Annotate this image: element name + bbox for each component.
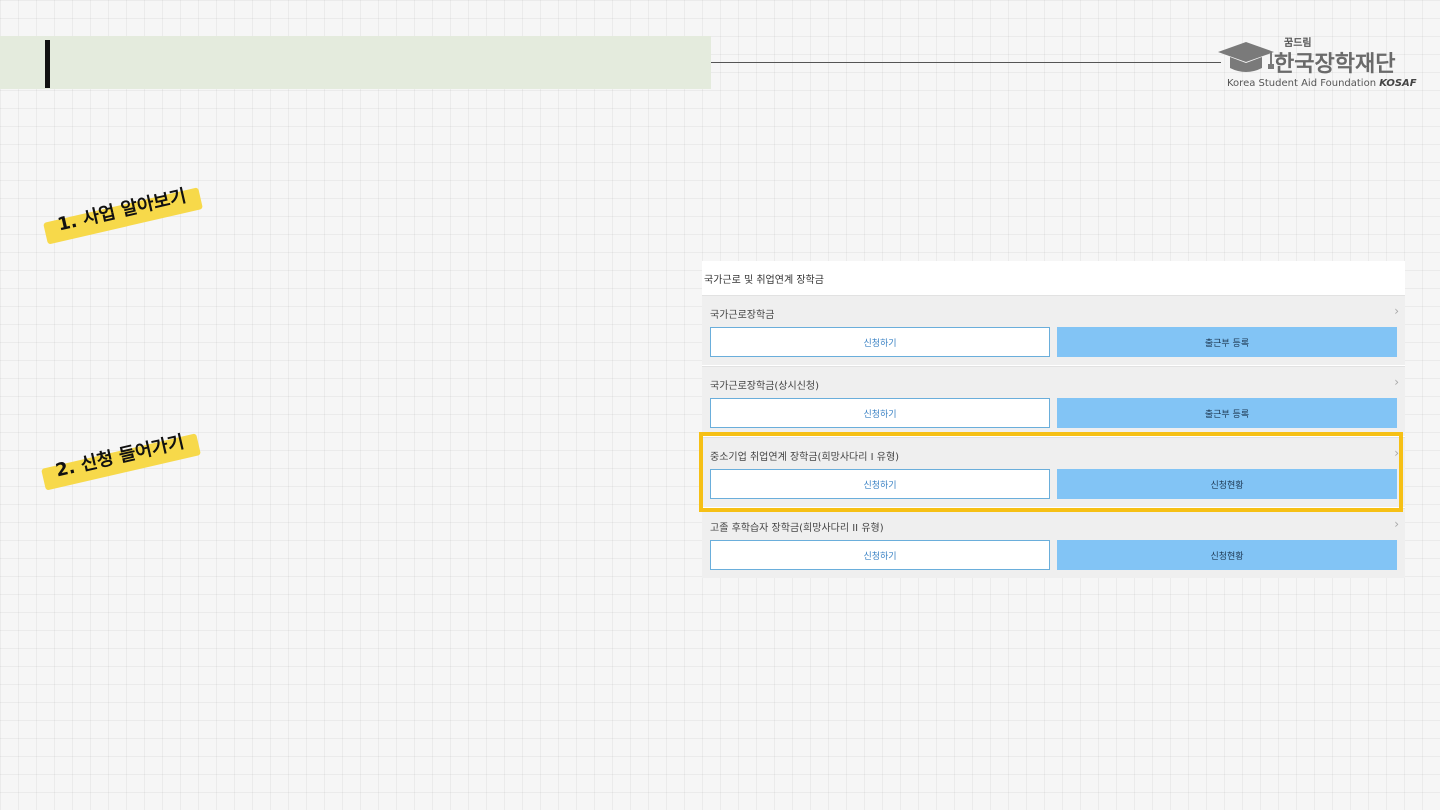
panel-title: 국가근로 및 취업연계 장학금: [704, 275, 824, 286]
logo-english-text: Korea Student Aid Foundation: [1227, 78, 1377, 89]
section-sme-employment[interactable]: 중소기업 취업연계 장학금(희망사다리 I 유형) › 신청하기 신청현황: [702, 437, 1405, 507]
header-band: [0, 36, 711, 89]
header-divider: [711, 62, 1221, 63]
application-status-button[interactable]: 신청현황: [1057, 469, 1397, 499]
header-accent-bar: [45, 40, 50, 88]
chevron-right-icon[interactable]: ›: [1394, 375, 1399, 389]
section-label: 국가근로장학금(상시신청): [710, 381, 820, 392]
section-label: 국가근로장학금: [710, 310, 775, 321]
logo-name: 한국장학재단: [1274, 52, 1396, 77]
step-1-label: 1. 사업 알아보기: [41, 177, 203, 242]
apply-button[interactable]: 신청하기: [710, 469, 1050, 499]
chevron-right-icon[interactable]: ›: [1394, 517, 1399, 531]
apply-button[interactable]: 신청하기: [710, 398, 1050, 428]
chevron-right-icon[interactable]: ›: [1394, 446, 1399, 460]
logo-english: Korea Student Aid Foundation KOSAF: [1227, 78, 1417, 89]
section-highschool-graduate[interactable]: 고졸 후학습자 장학금(희망사다리 II 유형) › 신청하기 신청현황: [702, 508, 1405, 578]
section-national-work-ongoing[interactable]: 국가근로장학금(상시신청) › 신청하기 출근부 등록: [702, 366, 1405, 436]
attendance-register-button[interactable]: 출근부 등록: [1057, 398, 1397, 428]
section-national-work[interactable]: 국가근로장학금 › 신청하기 출근부 등록: [702, 295, 1405, 365]
apply-button[interactable]: 신청하기: [710, 327, 1050, 357]
scholarship-panel: 국가근로 및 취업연계 장학금 국가근로장학금 › 신청하기 출근부 등록 국가…: [702, 261, 1405, 578]
kosaf-logo: 꿈드림 한국장학재단 Korea Student Aid Foundation …: [1216, 34, 1417, 92]
apply-button[interactable]: 신청하기: [710, 540, 1050, 570]
chevron-right-icon[interactable]: ›: [1394, 304, 1399, 318]
attendance-register-button[interactable]: 출근부 등록: [1057, 327, 1397, 357]
section-label: 중소기업 취업연계 장학금(희망사다리 I 유형): [710, 452, 900, 463]
graduation-cap-icon: [1218, 42, 1274, 72]
step-1-text: 1. 사업 알아보기: [55, 185, 189, 236]
step-2-label: 2. 신청 들어가기: [39, 423, 201, 488]
application-status-button[interactable]: 신청현황: [1057, 540, 1397, 570]
section-label: 고졸 후학습자 장학금(희망사다리 II 유형): [710, 523, 884, 534]
logo-abbr: KOSAF: [1379, 78, 1417, 89]
step-2-text: 2. 신청 들어가기: [53, 431, 187, 482]
